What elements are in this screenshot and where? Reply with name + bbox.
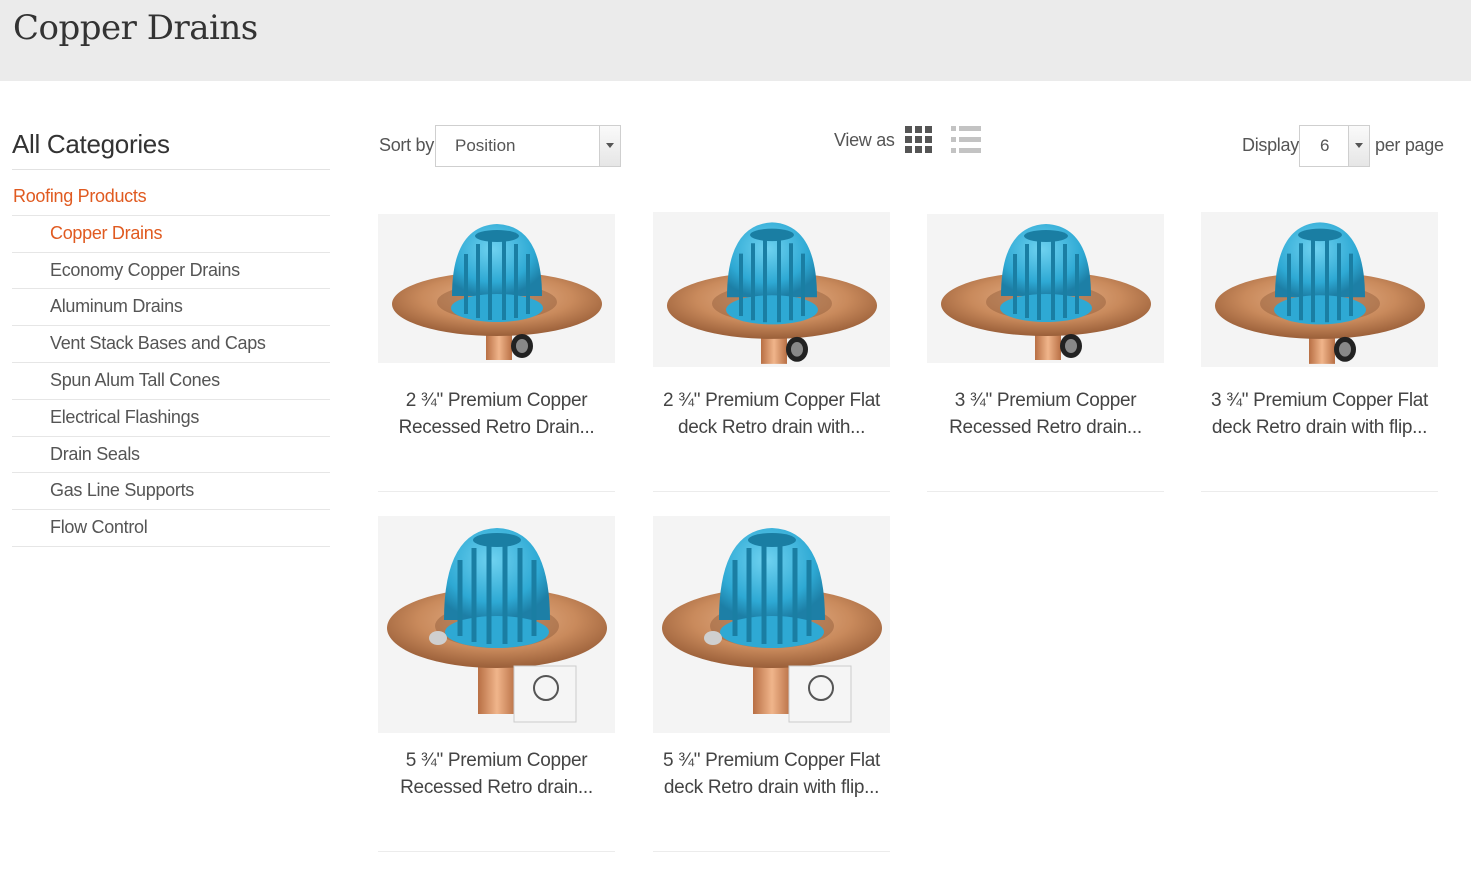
product-name[interactable]: 3 ¾" Premium Copper Flat deck Retro drai… (1195, 387, 1444, 441)
grid-view-icon[interactable] (905, 126, 932, 153)
product-name-line: Recessed Retro Drain... (398, 417, 595, 438)
product-name-line: deck Retro drain with flip... (663, 777, 880, 798)
product-name-line: deck Retro drain with flip... (1211, 417, 1428, 438)
product-card[interactable]: 5 ¾" Premium Copper Flat deck Retro drai… (653, 516, 890, 852)
product-name[interactable]: 5 ¾" Premium Copper Recessed Retro drain… (372, 747, 621, 801)
product-name[interactable]: 3 ¾" Premium Copper Recessed Retro drain… (921, 387, 1170, 441)
category-list: Roofing Products Copper Drains Economy C… (12, 179, 330, 547)
category-aluminum-drains[interactable]: Aluminum Drains (12, 289, 330, 327)
product-name-line: 2 ¾" Premium Copper (405, 390, 588, 411)
category-vent-stack-bases[interactable]: Vent Stack Bases and Caps (12, 326, 330, 363)
chevron-down-icon[interactable] (1348, 126, 1369, 166)
drain-photo (653, 516, 890, 733)
sidebar-heading: All Categories (12, 124, 330, 170)
drain-photo (378, 516, 615, 733)
category-sidebar: All Categories Roofing Products Copper D… (12, 124, 330, 547)
product-name-line: 5 ¾" Premium Copper Flat (662, 750, 881, 771)
drain-photo (653, 212, 890, 367)
product-image[interactable] (653, 212, 890, 367)
product-card[interactable]: 2 ¾" Premium Copper Recessed Retro Drain… (378, 212, 615, 492)
product-card[interactable]: 5 ¾" Premium Copper Recessed Retro drain… (378, 516, 615, 852)
drain-photo (378, 214, 615, 363)
per-page-select[interactable]: 6 (1299, 125, 1370, 167)
product-image[interactable] (378, 214, 615, 363)
product-image[interactable] (1201, 212, 1438, 367)
product-name-line: 2 ¾" Premium Copper Flat (662, 390, 881, 411)
per-page-label: per page (1375, 135, 1444, 155)
category-drain-seals[interactable]: Drain Seals (12, 437, 330, 474)
product-name-line: Recessed Retro drain... (949, 417, 1142, 438)
category-roofing-products[interactable]: Roofing Products (12, 179, 330, 216)
product-name-line: 3 ¾" Premium Copper Flat (1210, 390, 1429, 411)
product-card[interactable]: 3 ¾" Premium Copper Flat deck Retro drai… (1201, 212, 1438, 492)
product-name-line: deck Retro drain with... (677, 417, 866, 438)
product-name-line: 5 ¾" Premium Copper (405, 750, 588, 771)
product-name-line: 3 ¾" Premium Copper (954, 390, 1137, 411)
list-view-icon[interactable] (951, 126, 981, 153)
view-label: View as (834, 130, 895, 150)
product-name-line: Recessed Retro drain... (400, 777, 593, 798)
category-flow-control[interactable]: Flow Control (12, 510, 330, 547)
sort-select[interactable]: Position (435, 125, 621, 167)
category-gas-line-supports[interactable]: Gas Line Supports (12, 473, 330, 511)
product-image[interactable] (653, 516, 890, 733)
sort-label: Sort by (379, 135, 434, 155)
product-image[interactable] (378, 516, 615, 733)
product-name[interactable]: 2 ¾" Premium Copper Flat deck Retro drai… (647, 387, 896, 441)
product-card[interactable]: 3 ¾" Premium Copper Recessed Retro drain… (927, 212, 1164, 492)
product-image[interactable] (927, 214, 1164, 363)
product-card[interactable]: 2 ¾" Premium Copper Flat deck Retro drai… (653, 212, 890, 492)
sort-value: Position (455, 136, 516, 155)
category-spun-alum-tall-cones[interactable]: Spun Alum Tall Cones (12, 363, 330, 400)
category-economy-copper-drains[interactable]: Economy Copper Drains (12, 253, 330, 290)
product-name[interactable]: 2 ¾" Premium Copper Recessed Retro Drain… (372, 387, 621, 441)
page-title: Copper Drains (13, 8, 258, 48)
drain-photo (1201, 212, 1438, 367)
category-copper-drains[interactable]: Copper Drains (12, 216, 330, 253)
display-label: Display (1242, 135, 1299, 155)
product-name[interactable]: 5 ¾" Premium Copper Flat deck Retro drai… (647, 747, 896, 801)
chevron-down-icon[interactable] (599, 126, 620, 166)
page-header: Copper Drains (0, 0, 1471, 81)
category-electrical-flashings[interactable]: Electrical Flashings (12, 400, 330, 437)
per-page-value: 6 (1320, 136, 1330, 155)
drain-photo (927, 214, 1164, 363)
